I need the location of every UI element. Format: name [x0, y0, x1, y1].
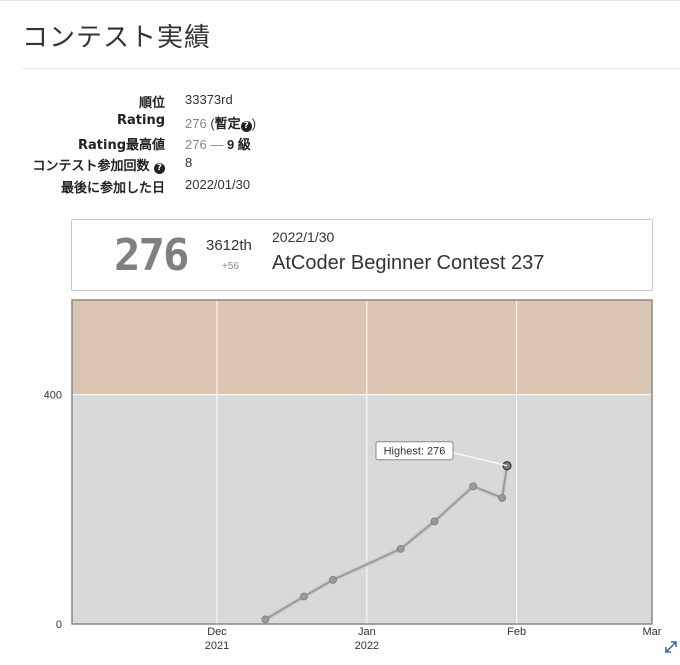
- top-border: [0, 0, 680, 1]
- question-circle-icon[interactable]: ?: [154, 163, 165, 174]
- stat-row-last: 最後に参加した日 2022/01/30: [0, 177, 400, 197]
- card-contest-name[interactable]: AtCoder Beginner Contest 237: [272, 252, 544, 275]
- question-circle-icon[interactable]: ?: [240, 121, 252, 132]
- highest-dash: —: [210, 137, 224, 152]
- rating-note-close: ): [251, 116, 257, 131]
- highest-value-group: 276 — 9 級: [185, 134, 251, 153]
- last-label: 最後に参加した日: [60, 181, 165, 196]
- contest-card: 276 3612th +56 2022/1/30 AtCoder Beginne…: [71, 219, 653, 291]
- title-divider: [22, 68, 680, 69]
- annotation-label: Highest: 276: [384, 446, 446, 458]
- rank-label: 順位: [138, 96, 165, 111]
- stat-row-highest: Rating最高値 276 — 9 級: [0, 134, 400, 154]
- rating-band-0: [72, 394, 652, 624]
- card-place: 3612th: [206, 237, 252, 254]
- rank-value: 33373rd: [185, 92, 233, 107]
- count-label-group: コンテスト参加回数 ?: [0, 155, 165, 174]
- rating-chart-svg[interactable]: 0 400 Dec 2021 Jan 2022 Feb Mar Highest: 276: [0, 298, 680, 660]
- data-point[interactable]: [329, 575, 337, 584]
- x-tick-label: Dec: [207, 626, 227, 638]
- data-point[interactable]: [498, 493, 507, 502]
- count-label: コンテスト参加回数: [32, 159, 150, 174]
- card-rating: 276: [114, 230, 189, 281]
- y-tick-label: 0: [56, 619, 62, 631]
- stat-row-count: コンテスト参加回数 ? 8: [0, 155, 400, 175]
- highest-label: Rating最高値: [77, 138, 165, 153]
- x-tick-sublabel: 2021: [205, 640, 229, 652]
- x-tick-label: Jan: [358, 626, 376, 638]
- rating-provisional-label: 暫定: [214, 116, 241, 131]
- rating-label: Rating: [116, 113, 165, 128]
- count-value: 8: [185, 155, 193, 170]
- highest-value: 276: [185, 137, 207, 152]
- expand-icon[interactable]: [664, 640, 678, 654]
- rating-value: 276: [185, 116, 207, 131]
- last-value: 2022/01/30: [185, 177, 251, 192]
- card-date: 2022/1/30: [272, 229, 335, 245]
- card-rating-diff: +56: [222, 261, 239, 272]
- stat-row-rank: 順位 33373rd: [0, 92, 400, 112]
- highest-grade: 9 級: [226, 137, 251, 152]
- data-point[interactable]: [261, 615, 270, 624]
- x-tick-label: Feb: [507, 626, 526, 638]
- data-point[interactable]: [469, 482, 478, 491]
- y-tick-label: 400: [44, 390, 62, 402]
- data-point[interactable]: [430, 517, 439, 526]
- page-title: コンテスト実績: [22, 23, 212, 53]
- x-tick-label: Mar: [643, 626, 662, 638]
- rating-chart[interactable]: 0 400 Dec 2021 Jan 2022 Feb Mar Highest: 276: [0, 298, 680, 660]
- stat-row-rating: Rating 276 (暫定?): [0, 113, 400, 133]
- x-tick-sublabel: 2022: [355, 640, 379, 652]
- rating-band-1: [72, 300, 652, 395]
- rating-value-group: 276 (暫定?): [185, 113, 256, 132]
- data-point[interactable]: [396, 544, 405, 553]
- data-point[interactable]: [300, 592, 308, 601]
